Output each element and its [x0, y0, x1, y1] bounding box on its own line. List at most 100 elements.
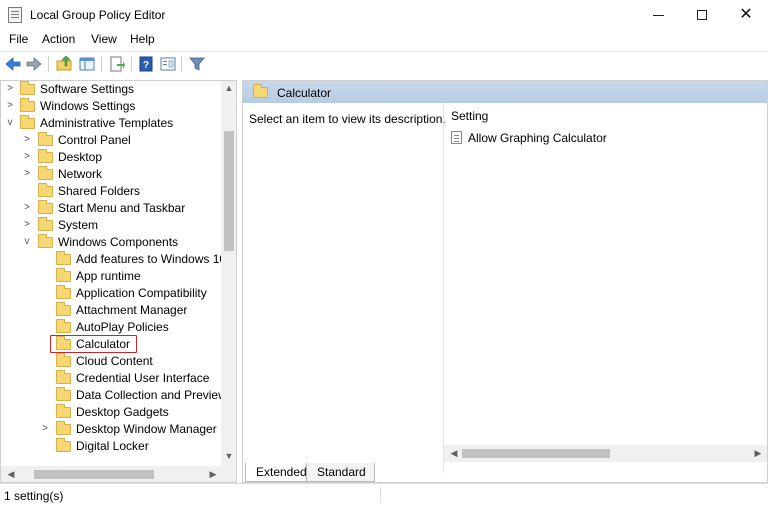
tree-item[interactable]: Shared Folders	[1, 183, 221, 200]
collapse-chevron-icon[interactable]: v	[5, 117, 15, 129]
menu-view[interactable]: View	[91, 32, 117, 46]
view-tabs: Extended Standard	[242, 463, 768, 483]
expand-chevron-icon[interactable]: >	[22, 134, 32, 146]
help-button[interactable]: ?	[137, 55, 155, 73]
tree-item-calculator-selected[interactable]: Calculator	[1, 335, 221, 353]
column-divider[interactable]	[443, 103, 444, 473]
properties-button[interactable]	[159, 55, 177, 73]
expand-chevron-icon[interactable]: >	[5, 100, 15, 112]
tree-item-label: Application Compatibility	[76, 286, 207, 300]
folder-icon	[20, 115, 35, 129]
scroll-up-icon[interactable]: ▲	[221, 83, 236, 93]
tree-item[interactable]: Application Compatibility	[1, 285, 221, 302]
show-hide-tree-button[interactable]	[78, 55, 96, 73]
tree-item-label: Shared Folders	[58, 184, 141, 198]
policy-editor-app-icon	[8, 7, 22, 23]
up-one-level-button[interactable]	[55, 55, 73, 73]
folder-icon	[253, 84, 268, 98]
expand-chevron-icon[interactable]: >	[40, 423, 50, 435]
tree-item[interactable]: > Start Menu and Taskbar	[1, 200, 221, 217]
folder-icon	[20, 98, 35, 112]
scroll-left-icon[interactable]: ◀	[3, 469, 19, 480]
folder-icon	[56, 336, 71, 350]
scroll-right-icon[interactable]: ▶	[205, 469, 221, 480]
tree-item[interactable]: Credential User Interface	[1, 370, 221, 387]
tree-item[interactable]: > Windows Settings	[1, 98, 221, 115]
column-header-setting[interactable]: Setting	[451, 109, 488, 123]
minimize-button[interactable]	[636, 0, 680, 30]
close-icon: ✕	[739, 6, 753, 23]
tree-item-label: Desktop	[58, 150, 103, 164]
details-horizontal-scrollbar[interactable]: ◀ ▶	[444, 445, 767, 462]
toolbar-separator	[101, 56, 102, 72]
menu-help[interactable]: Help	[130, 32, 155, 46]
filter-button[interactable]	[188, 55, 206, 73]
collapse-chevron-icon[interactable]: v	[22, 236, 32, 248]
scroll-left-icon[interactable]: ◀	[446, 448, 462, 459]
tree-item[interactable]: Cloud Content	[1, 353, 221, 370]
expand-chevron-icon[interactable]: >	[22, 168, 32, 180]
scrollbar-thumb[interactable]	[34, 470, 154, 479]
export-list-button[interactable]	[108, 55, 126, 73]
folder-icon	[38, 217, 53, 231]
tree-item[interactable]: > Desktop	[1, 149, 221, 166]
expand-chevron-icon[interactable]: >	[22, 151, 32, 163]
maximize-button[interactable]	[680, 0, 724, 30]
expand-chevron-icon[interactable]: >	[22, 202, 32, 214]
policy-setting-icon	[451, 131, 462, 144]
title-bar: Local Group Policy Editor ✕	[0, 0, 768, 30]
tree-item[interactable]: App runtime	[1, 268, 221, 285]
setting-row[interactable]: Allow Graphing Calculator	[451, 130, 751, 147]
folder-icon	[56, 285, 71, 299]
menu-file[interactable]: File	[9, 32, 28, 46]
scroll-right-icon[interactable]: ▶	[750, 448, 766, 459]
tree-horizontal-scrollbar[interactable]: ◀ ▶	[1, 466, 236, 482]
tree-item[interactable]: Digital Locker	[1, 438, 221, 455]
svg-text:?: ?	[143, 60, 149, 71]
show-hide-tree-icon	[79, 57, 95, 71]
filter-icon	[189, 57, 205, 71]
minimize-icon	[652, 14, 664, 16]
forward-button[interactable]	[25, 55, 43, 73]
tree-item[interactable]: v Windows Components	[1, 234, 221, 251]
folder-icon	[38, 183, 53, 197]
tree-item-label: AutoPlay Policies	[76, 320, 169, 334]
tree-item[interactable]: Add features to Windows 10	[1, 251, 226, 268]
expand-chevron-icon[interactable]: >	[5, 83, 15, 95]
tree-item[interactable]: Desktop Gadgets	[1, 404, 221, 421]
status-text: 1 setting(s)	[4, 489, 64, 503]
tree-item-label: Control Panel	[58, 133, 131, 147]
tree-item-label: Data Collection and Preview	[76, 388, 227, 402]
tree-vertical-scrollbar[interactable]: ▲ ▼	[221, 81, 236, 466]
setting-label: Allow Graphing Calculator	[468, 131, 607, 145]
tree-item[interactable]: > Software Settings	[1, 81, 221, 98]
tree-item[interactable]: > System	[1, 217, 221, 234]
tree-item[interactable]: AutoPlay Policies	[1, 319, 221, 336]
scroll-down-icon[interactable]: ▼	[221, 451, 236, 461]
folder-icon	[56, 268, 71, 282]
tab-standard[interactable]: Standard	[306, 463, 375, 482]
scrollbar-thumb[interactable]	[224, 131, 234, 251]
tree-item[interactable]: Data Collection and Preview	[1, 387, 227, 404]
expand-chevron-icon[interactable]: >	[22, 219, 32, 231]
folder-icon	[56, 353, 71, 367]
scrollbar-thumb[interactable]	[462, 449, 610, 458]
folder-icon	[38, 149, 53, 163]
back-icon	[5, 57, 21, 71]
folder-icon	[38, 234, 53, 248]
tree-item[interactable]: v Administrative Templates	[1, 115, 221, 132]
tree-item[interactable]: > Control Panel	[1, 132, 221, 149]
folder-icon	[38, 132, 53, 146]
tree-item[interactable]: > Desktop Window Manager	[1, 421, 221, 438]
folder-icon	[38, 200, 53, 214]
close-button[interactable]: ✕	[724, 0, 768, 30]
tree-item-label: Desktop Gadgets	[76, 405, 169, 419]
tree-item-label: Digital Locker	[76, 439, 149, 453]
navigation-tree[interactable]: > Software Settings > Windows Settings v…	[0, 80, 237, 483]
back-button[interactable]	[4, 55, 22, 73]
tree-item[interactable]: > Network	[1, 166, 221, 183]
tree-item[interactable]: Attachment Manager	[1, 302, 221, 319]
menu-action[interactable]: Action	[42, 32, 75, 46]
tree-item-label: Add features to Windows 10	[76, 252, 227, 266]
tree-item-label: Windows Components	[58, 235, 179, 249]
